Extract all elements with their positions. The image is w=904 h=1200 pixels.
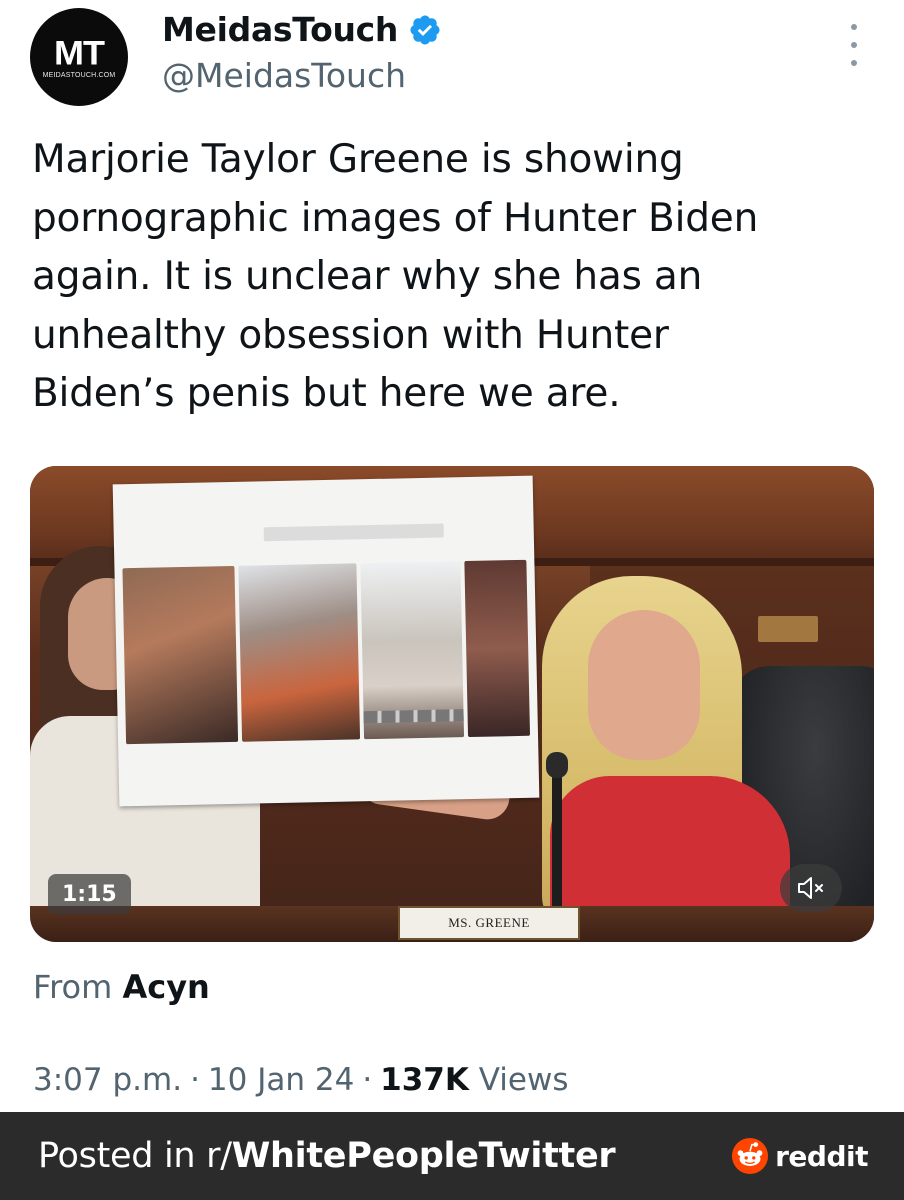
attribution-prefix: From (33, 968, 113, 1006)
tweet-meta: 3:07 p.m. · 10 Jan 24 · 137K Views (33, 1062, 568, 1098)
mute-toggle-button[interactable] (780, 864, 842, 912)
avatar-monogram: MT (54, 32, 105, 72)
author-name-row: MeidasTouch (162, 10, 442, 49)
verified-badge-icon (410, 14, 440, 45)
tweet-time[interactable]: 3:07 p.m. (33, 1062, 182, 1098)
author-handle[interactable]: @MeidasTouch (162, 56, 406, 95)
tweet-date[interactable]: 10 Jan 24 (208, 1062, 354, 1098)
posted-in-prefix: Posted in r/ (38, 1136, 232, 1176)
reddit-wordmark: reddit (775, 1139, 868, 1173)
poster-photo (238, 563, 361, 742)
views-count: 137K (380, 1062, 469, 1098)
more-vertical-icon (851, 60, 857, 66)
speaker-muted-icon (798, 877, 823, 899)
video-player[interactable]: MS. GREENE 1:15 (30, 466, 874, 942)
author-display-name[interactable]: MeidasTouch (162, 10, 398, 49)
meta-separator: · (190, 1062, 200, 1098)
poster-photo (464, 559, 531, 738)
reddit-logo-icon (732, 1137, 769, 1175)
views-label: Views (478, 1062, 569, 1098)
avatar[interactable]: MT MEIDASTOUCH.COM (30, 8, 128, 106)
video-attribution: From Acyn (33, 968, 210, 1006)
avatar-site-text: MEIDASTOUCH.COM (42, 71, 116, 79)
video-scene-nameplate: MS. GREENE (398, 906, 580, 940)
attribution-source-link[interactable]: Acyn (122, 968, 209, 1006)
video-scene-microphone-head (546, 752, 568, 778)
video-duration-badge: 1:15 (48, 874, 131, 914)
video-scene-microphone (552, 756, 562, 926)
reddit-footer-bar: Posted in r/WhitePeopleTwitter reddit (0, 1112, 904, 1200)
more-options-button[interactable] (842, 24, 866, 66)
more-vertical-icon (851, 24, 857, 30)
poster-photo (122, 565, 239, 745)
tweet-screenshot: MT MEIDASTOUCH.COM MeidasTouch @MeidasTo… (0, 0, 904, 1200)
meta-separator: · (362, 1062, 373, 1098)
poster-header (263, 523, 444, 542)
poster-thumbnails (363, 709, 464, 724)
subreddit-link[interactable]: WhitePeopleTwitter (232, 1136, 616, 1176)
video-scene-poster (112, 475, 540, 807)
more-vertical-icon (851, 42, 857, 48)
tweet-text: Marjorie Taylor Greene is showing pornog… (32, 137, 759, 416)
posted-in-text: Posted in r/WhitePeopleTwitter (38, 1136, 616, 1176)
reddit-brand[interactable]: reddit (731, 1137, 868, 1175)
video-scene-face (588, 610, 700, 760)
